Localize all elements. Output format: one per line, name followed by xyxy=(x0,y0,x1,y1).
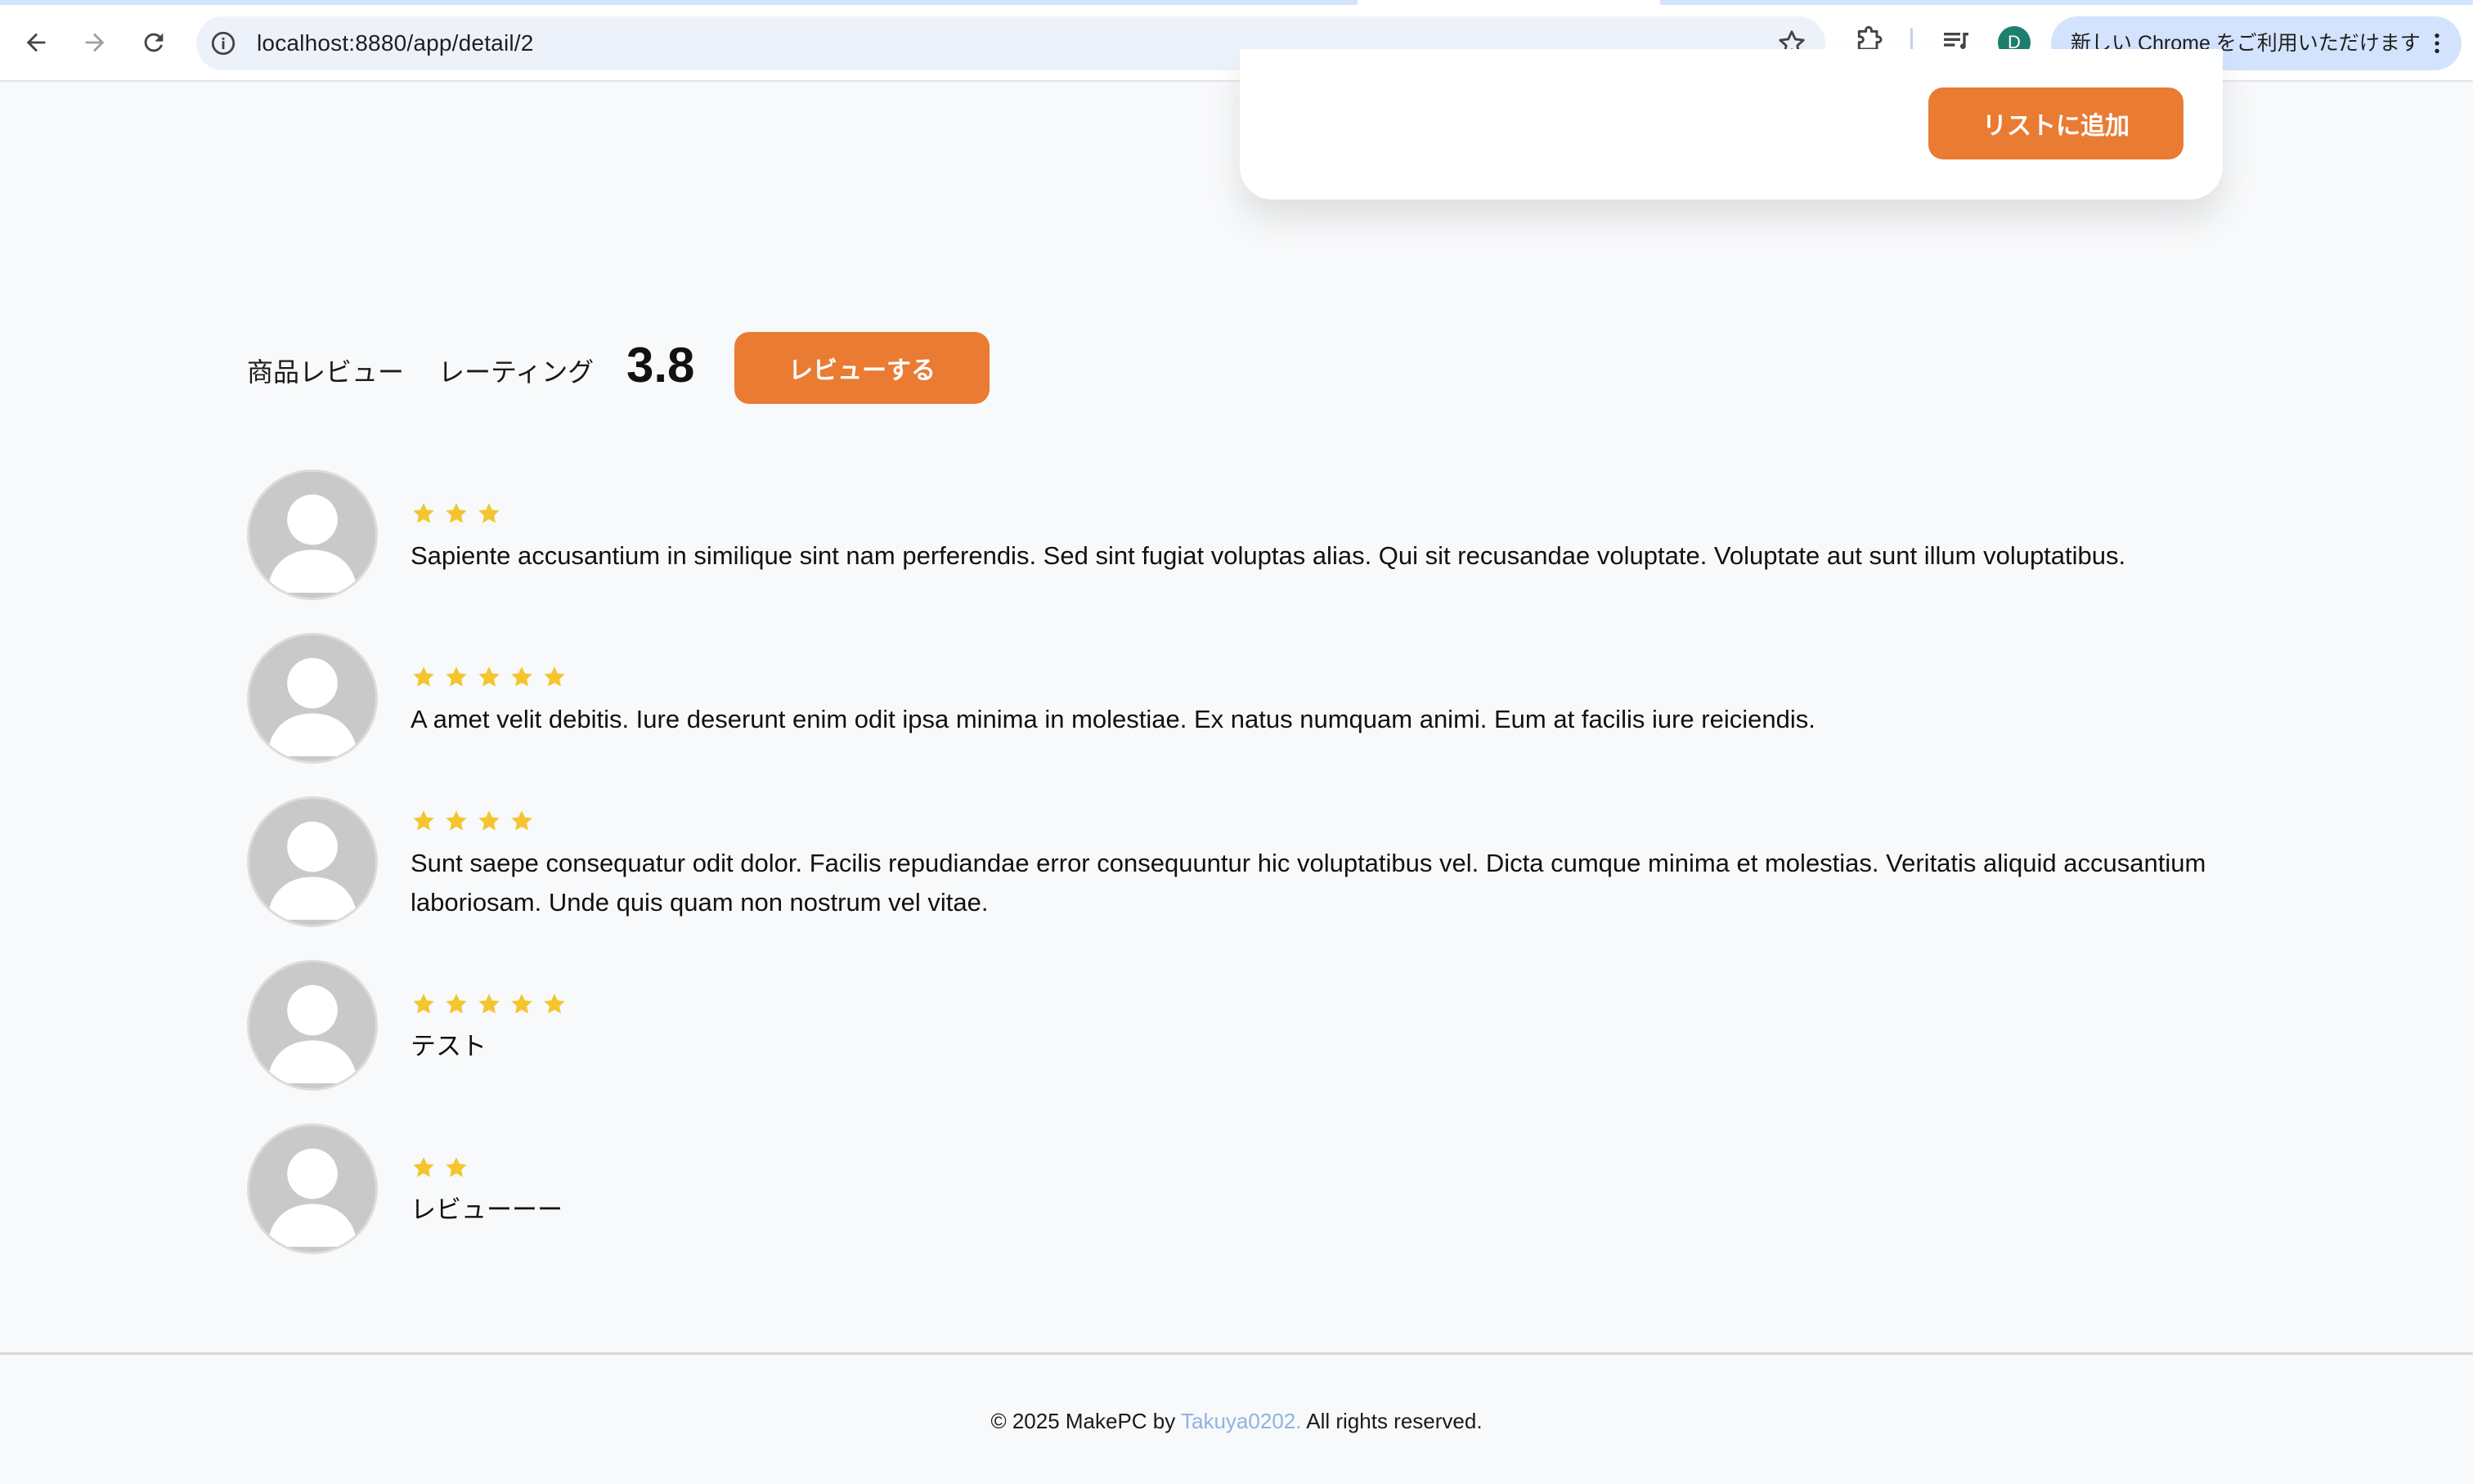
star-icon xyxy=(446,666,467,687)
star-icon xyxy=(511,993,532,1014)
star-icon xyxy=(544,666,565,687)
star-icon xyxy=(446,503,467,523)
more-menu-icon[interactable] xyxy=(2424,30,2450,56)
user-avatar xyxy=(247,960,378,1091)
star-icon xyxy=(413,503,434,523)
copyright-suffix: All rights reserved. xyxy=(1301,1409,1483,1433)
copyright-text: © 2025 MakePC by Takuya0202. All rights … xyxy=(0,1409,2473,1434)
forward-button[interactable] xyxy=(74,21,116,64)
user-silhouette-icon xyxy=(267,821,358,920)
user-avatar xyxy=(247,796,378,927)
review-section-title: 商品レビュー xyxy=(247,356,405,388)
star-icon xyxy=(413,1157,434,1177)
review-text: Sunt saepe consequatur odit dolor. Facil… xyxy=(411,849,2206,917)
star-rating xyxy=(411,808,535,834)
copyright-prefix: © 2025 MakePC by xyxy=(990,1409,1182,1433)
arrow-right-icon xyxy=(85,33,105,52)
back-button[interactable] xyxy=(15,21,57,64)
star-icon xyxy=(446,993,467,1014)
author-link[interactable]: Takuya0202. xyxy=(1181,1409,1301,1433)
write-review-button[interactable]: レビューする xyxy=(734,332,990,404)
user-silhouette-icon xyxy=(267,494,358,593)
url-text[interactable]: localhost:8880/app/detail/2 xyxy=(257,16,534,70)
review-text: A amet velit debitis. Iure deserunt enim… xyxy=(411,705,1815,733)
page-footer: © 2025 MakePC by Takuya0202. All rights … xyxy=(0,1352,2473,1484)
star-icon xyxy=(511,666,532,687)
review-text: テスト xyxy=(411,1032,487,1061)
tab-strip-edge xyxy=(0,0,1358,5)
review-text: レビューーー xyxy=(411,1195,563,1225)
star-icon xyxy=(478,503,500,523)
user-avatar xyxy=(247,633,378,764)
review-text: Sapiente accusantium in similique sint n… xyxy=(411,541,2126,570)
tab-strip-edge xyxy=(1660,0,2473,5)
reload-icon xyxy=(144,33,164,52)
user-silhouette-icon xyxy=(267,1148,358,1247)
rating-label: レーティング xyxy=(438,356,595,388)
star-icon xyxy=(413,666,434,687)
rating-value: 3.8 xyxy=(626,338,695,392)
star-rating xyxy=(411,664,568,690)
user-silhouette-icon xyxy=(267,657,358,756)
add-to-list-button[interactable]: リストに追加 xyxy=(1928,87,2184,159)
star-icon xyxy=(478,810,500,831)
star-icon xyxy=(478,666,500,687)
star-rating xyxy=(411,1154,469,1181)
star-icon xyxy=(544,993,565,1014)
user-avatar xyxy=(247,1123,378,1254)
star-rating xyxy=(411,500,502,527)
star-icon xyxy=(511,810,532,831)
star-icon xyxy=(446,1157,467,1177)
user-avatar xyxy=(247,469,378,600)
arrow-left-icon xyxy=(26,33,46,52)
star-icon xyxy=(413,810,434,831)
star-icon xyxy=(478,993,500,1014)
star-icon xyxy=(446,810,467,831)
star-icon xyxy=(413,993,434,1014)
star-rating xyxy=(411,991,568,1017)
user-silhouette-icon xyxy=(267,984,358,1083)
site-info-icon[interactable] xyxy=(209,29,237,57)
reload-button[interactable] xyxy=(132,21,175,64)
